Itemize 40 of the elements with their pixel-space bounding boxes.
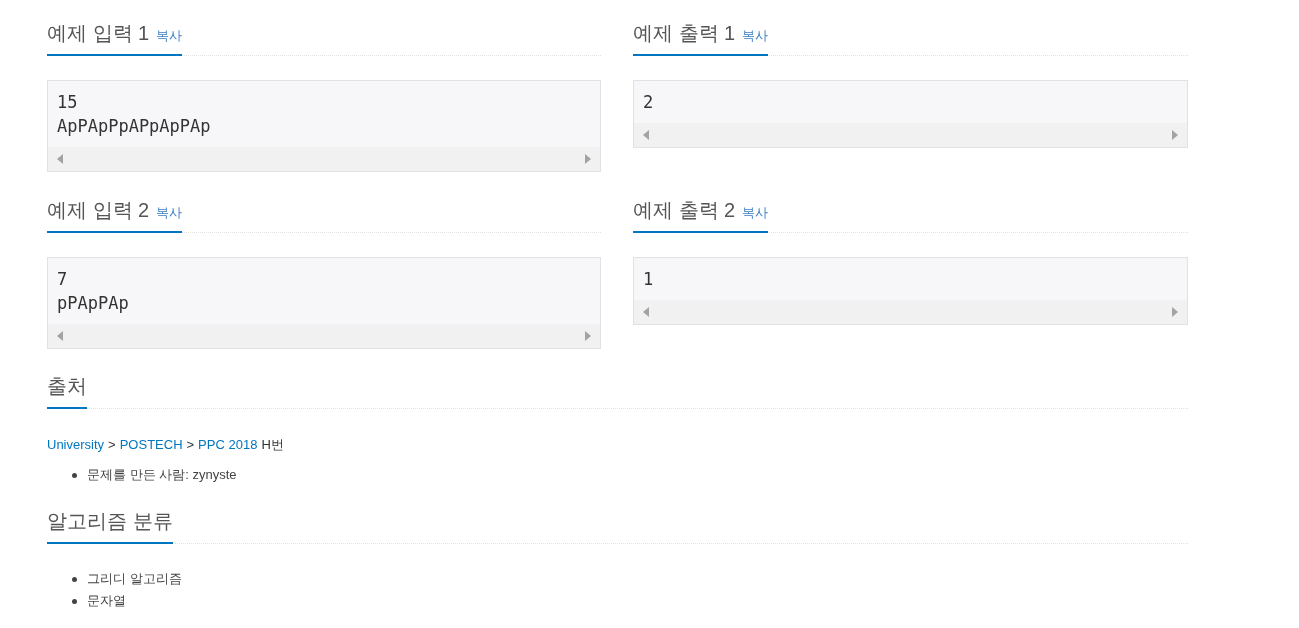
- section-heading: 출처: [47, 374, 87, 399]
- bullet-icon: [72, 472, 77, 478]
- breadcrumb-link[interactable]: University: [47, 435, 105, 455]
- section-heading: 예제 입력 1: [47, 21, 150, 46]
- scroll-right-icon[interactable]: [585, 331, 591, 341]
- code-line: 7: [57, 268, 68, 291]
- section-heading: 예제 출력 1: [633, 21, 736, 46]
- horizontal-scrollbar[interactable]: [634, 123, 1187, 147]
- section-heading: 예제 입력 2: [47, 198, 150, 223]
- horizontal-scrollbar[interactable]: [48, 324, 600, 348]
- breadcrumb-link[interactable]: POSTECH: [119, 435, 183, 455]
- copy-link[interactable]: 복사: [156, 203, 183, 223]
- bullet-icon: [72, 576, 77, 582]
- breadcrumb-separator: >: [186, 436, 195, 454]
- code-line: 2: [643, 91, 654, 114]
- problem-author-text: 문제를 만든 사람: zynyste: [87, 466, 237, 484]
- scroll-right-icon[interactable]: [1172, 130, 1178, 140]
- horizontal-scrollbar[interactable]: [48, 147, 600, 171]
- breadcrumb-separator: >: [108, 436, 116, 454]
- section-heading: 예제 출력 2: [633, 198, 736, 223]
- scroll-right-icon[interactable]: [1172, 307, 1178, 317]
- copy-link[interactable]: 복사: [742, 26, 769, 46]
- code-line: 1: [643, 268, 654, 291]
- copy-link[interactable]: 복사: [742, 203, 769, 223]
- horizontal-scrollbar[interactable]: [634, 300, 1187, 324]
- scroll-left-icon[interactable]: [643, 130, 649, 140]
- algorithm-tag: 문자열: [87, 591, 126, 611]
- copy-link[interactable]: 복사: [156, 26, 183, 46]
- bullet-icon: [72, 598, 77, 604]
- code-line: ApPApPpAPpApPAp: [57, 115, 211, 138]
- code-line: pPApPAp: [57, 292, 129, 315]
- scroll-left-icon[interactable]: [57, 154, 63, 164]
- scroll-left-icon[interactable]: [643, 307, 649, 317]
- scroll-left-icon[interactable]: [57, 331, 63, 341]
- code-line: 15: [57, 91, 78, 114]
- breadcrumb-link[interactable]: PPC 2018: [198, 435, 258, 455]
- breadcrumb-text: H번: [261, 436, 284, 454]
- algorithm-tag: 그리디 알고리즘: [87, 569, 182, 589]
- section-heading: 알고리즘 분류: [47, 509, 173, 534]
- scroll-right-icon[interactable]: [585, 154, 591, 164]
